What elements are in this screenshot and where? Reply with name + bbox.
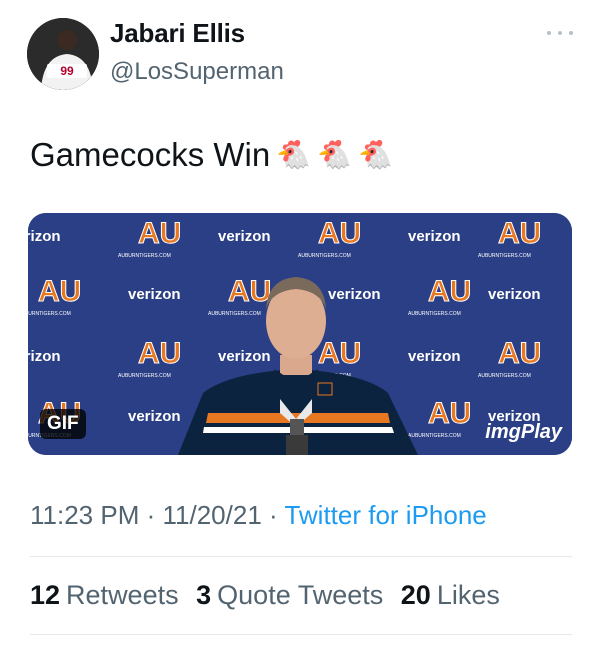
backdrop-sponsor-text: verizon <box>328 286 381 303</box>
retweets-label: Retweets <box>66 580 179 610</box>
quote-tweets-count: 3 <box>196 580 212 610</box>
more-dot <box>547 31 551 35</box>
backdrop-url-text: AUBURNTIGERS.COM <box>208 311 261 317</box>
likes-label: Likes <box>436 580 500 610</box>
backdrop-sponsor-text: verizon <box>128 408 181 425</box>
backdrop-au-logo: AU <box>428 275 471 308</box>
meta-separator: · <box>146 500 156 530</box>
divider <box>30 556 572 557</box>
backdrop-sponsor-text: verizon <box>408 348 461 365</box>
backdrop-url-text: AUBURNTIGERS.COM <box>478 253 531 259</box>
avatar-jersey-number: 99 <box>60 64 74 78</box>
backdrop-sponsor-text: verizon <box>218 228 271 245</box>
more-dot <box>569 31 573 35</box>
backdrop-au-logo: AU <box>318 337 361 370</box>
backdrop-url-text: AUBURNTIGERS.COM <box>298 253 351 259</box>
backdrop-url-text: AUBURNTIGERS.COM <box>118 373 171 379</box>
quote-tweets-label: Quote Tweets <box>217 580 384 610</box>
media-frame: verizon AU AUBURNTIGERS.COM verizon AU AUBURN… <box>28 213 572 455</box>
backdrop-sponsor-text: verizon <box>488 286 541 303</box>
tweet-text: Gamecocks Win 🐔 🐔 🐔 <box>30 136 393 174</box>
backdrop-au-logo: AU <box>228 275 271 308</box>
likes-count: 20 <box>400 580 431 610</box>
backdrop-sponsor-text: verizon <box>408 228 461 245</box>
author-avatar[interactable]: 99 <box>27 18 99 90</box>
author-display-name[interactable]: Jabari Ellis <box>110 18 245 49</box>
backdrop-url-text: AUBURNTIGERS.COM <box>478 373 531 379</box>
tweet-time[interactable]: 11:23 PM <box>30 500 139 530</box>
backdrop-au-logo: AU <box>138 217 181 250</box>
tweet-text-body: Gamecocks Win <box>30 136 271 173</box>
backdrop-url-text: AUBURNTIGERS.COM <box>28 311 71 317</box>
imgplay-watermark: imgPlay <box>485 421 562 443</box>
tweet-media-gif[interactable]: verizon AU AUBURNTIGERS.COM verizon AU AUBURN… <box>28 213 572 455</box>
backdrop-au-logo: AU <box>428 397 471 430</box>
backdrop-url-text: AUBURNTIGERS.COM <box>408 433 461 439</box>
backdrop-au-logo: AU <box>318 217 361 250</box>
backdrop-au-logo: AU <box>498 337 541 370</box>
chicken-emoji: 🐔 <box>357 139 393 170</box>
avatar-image: 99 <box>27 18 99 90</box>
backdrop-sponsor-text: verizon <box>128 286 181 303</box>
likes-stat[interactable]: 20 Likes <box>401 580 500 610</box>
backdrop-au-logo: AU <box>138 337 181 370</box>
backdrop-sponsor-text: verizon <box>218 348 271 365</box>
author-handle[interactable]: @LosSuperman <box>110 58 284 86</box>
backdrop-sponsor-text: verizon <box>28 348 61 365</box>
backdrop-au-logo: AU <box>38 275 81 308</box>
retweets-count: 12 <box>30 580 61 610</box>
backdrop-sponsor-text: verizon <box>28 228 61 245</box>
chicken-emoji: 🐔 <box>317 139 352 170</box>
more-dot <box>558 31 562 35</box>
engagement-stats: 12 Retweets 3 Quote Tweets 20 Likes <box>30 580 510 611</box>
tweet-meta: 11:23 PM · 11/20/21 · Twitter for iPhone <box>30 500 487 531</box>
retweets-stat[interactable]: 12 Retweets <box>30 580 179 610</box>
backdrop-url-text: AUBURNTIGERS.COM <box>118 253 171 259</box>
divider <box>30 634 572 635</box>
meta-separator: · <box>269 500 278 530</box>
tweet-date[interactable]: 11/20/21 <box>163 500 262 530</box>
quote-tweets-stat[interactable]: 3 Quote Tweets <box>196 580 383 610</box>
chicken-emoji: 🐔 <box>276 139 312 170</box>
tweet-source-link[interactable]: Twitter for iPhone <box>284 500 486 530</box>
more-options-icon[interactable] <box>547 24 573 42</box>
gif-badge: GIF <box>40 409 86 439</box>
backdrop-au-logo: AU <box>498 217 541 250</box>
backdrop-url-text: AUBURNTIGERS.COM <box>408 311 461 317</box>
